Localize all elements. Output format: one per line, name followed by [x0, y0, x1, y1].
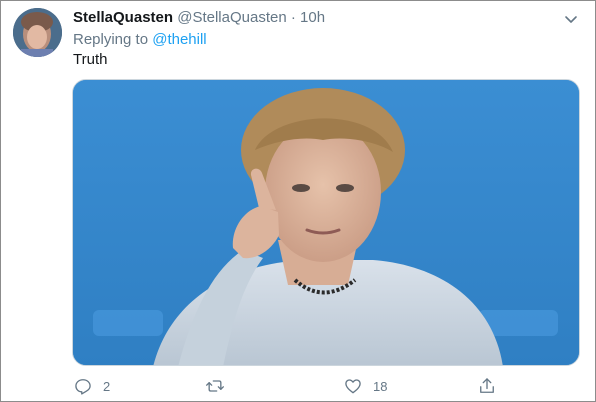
- user-handle[interactable]: @StellaQuasten: [177, 9, 286, 26]
- retweet-icon: [206, 380, 224, 392]
- heart-icon: [345, 379, 361, 394]
- reply-icon: [75, 379, 91, 395]
- avatar[interactable]: [13, 8, 62, 57]
- retweet-button[interactable]: [205, 375, 235, 397]
- tweet-media-image[interactable]: [72, 79, 580, 366]
- separator-dot: ·: [290, 9, 296, 26]
- reply-button[interactable]: 2: [73, 375, 110, 397]
- chevron-down-icon[interactable]: [563, 11, 579, 27]
- replying-to: Replying to @thehill: [73, 31, 207, 49]
- like-button[interactable]: 18: [343, 375, 387, 397]
- timestamp[interactable]: 10h: [300, 9, 325, 26]
- like-count: 18: [373, 378, 388, 394]
- tweet-text: Truth: [73, 51, 108, 68]
- reply-count: 2: [103, 378, 111, 394]
- share-button[interactable]: [477, 375, 507, 397]
- tweet-card[interactable]: StellaQuasten @StellaQuasten · 10h Reply…: [0, 0, 596, 402]
- replying-to-label: Replying to: [73, 31, 149, 48]
- share-icon: [480, 378, 494, 393]
- mention-link[interactable]: @thehill: [152, 31, 206, 48]
- display-name[interactable]: StellaQuasten: [73, 9, 173, 26]
- tweet-actions: 2 18: [73, 375, 513, 397]
- tweet-header: StellaQuasten @StellaQuasten · 10h: [73, 9, 325, 27]
